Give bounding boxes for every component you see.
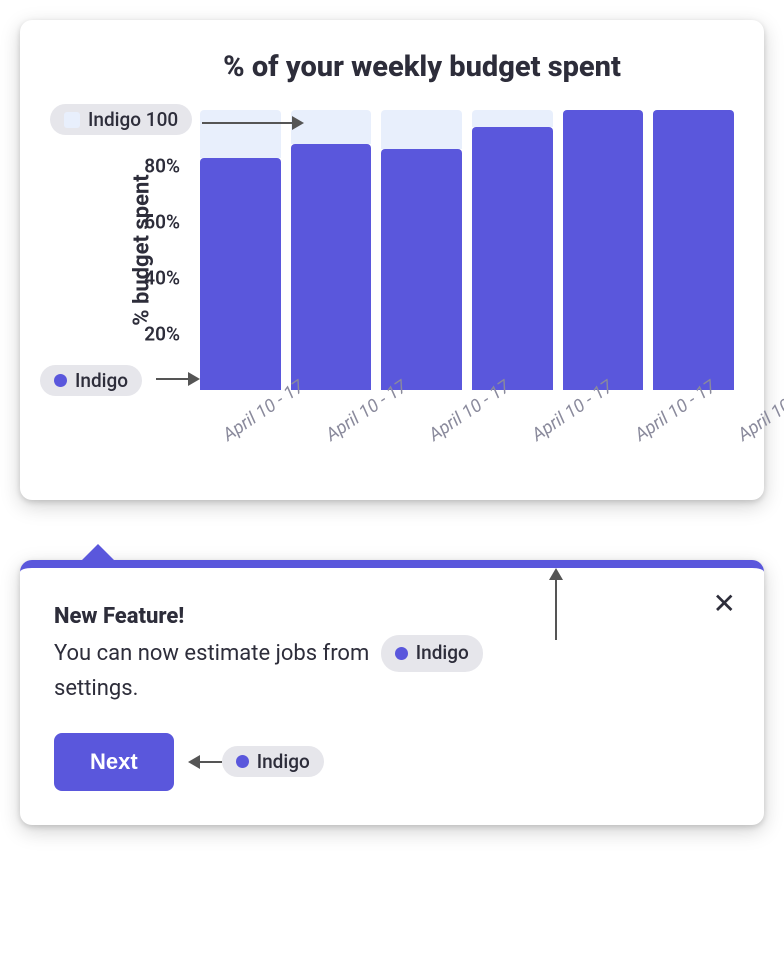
legend-fg-series: Indigo — [40, 365, 142, 396]
bar-background — [472, 110, 553, 127]
arrow-line — [200, 761, 222, 763]
bar-foreground — [653, 110, 734, 390]
y-tick: 20% — [144, 323, 180, 346]
bar-foreground — [381, 149, 462, 390]
tooltip-body-line: settings. — [54, 676, 138, 701]
legend-label: Indigo — [416, 639, 469, 668]
arrow-line — [156, 378, 190, 380]
bar-column — [381, 110, 462, 390]
bar-background — [200, 110, 281, 158]
legend-bg-series: Indigo 100 — [50, 104, 192, 135]
bar-background — [381, 110, 462, 149]
chart-title: % of your weekly budget spent — [50, 50, 734, 84]
arrow-head-icon — [549, 568, 563, 580]
bar-column — [472, 110, 553, 390]
bar-column — [200, 110, 281, 390]
arrow-line — [555, 580, 557, 640]
y-axis-ticks: 80% 60% 40% 20% — [132, 110, 192, 390]
feature-tooltip-card: ✕ New Feature! You can now estimate jobs… — [20, 560, 764, 825]
bar-foreground — [563, 110, 644, 390]
arrow-head-icon — [188, 372, 200, 386]
swatch-icon — [64, 112, 80, 128]
bar-column — [291, 110, 372, 390]
next-button[interactable]: Next — [54, 733, 174, 791]
bar-foreground — [291, 144, 372, 390]
bar-column — [653, 110, 734, 390]
legend-label: Indigo — [257, 750, 310, 773]
legend-label: Indigo 100 — [88, 108, 178, 131]
y-tick: 40% — [144, 267, 180, 290]
inline-color-pill: Indigo — [381, 635, 483, 672]
tooltip-body: You can now estimate jobs from Indigo se… — [54, 635, 730, 705]
inline-color-pill: Indigo — [222, 746, 324, 777]
chart-plot-area: % budget spent 80% 60% 40% 20% Indigo 10… — [140, 110, 734, 390]
dot-icon — [54, 374, 67, 387]
tooltip-body-line: You can now estimate jobs from — [54, 641, 369, 666]
arrow-line — [202, 122, 294, 124]
dot-icon — [395, 647, 408, 660]
dot-icon — [236, 755, 249, 768]
x-axis-labels: April 10 - 17April 10 - 17April 10 - 17A… — [200, 400, 734, 480]
bar-column — [563, 110, 644, 390]
y-tick: 60% — [144, 211, 180, 234]
arrow-head-icon — [188, 755, 200, 769]
chart-card: % of your weekly budget spent % budget s… — [20, 20, 764, 500]
arrow-head-icon — [292, 116, 304, 130]
bar-plot — [200, 110, 734, 390]
legend-label: Indigo — [75, 369, 128, 392]
y-tick: 80% — [144, 155, 180, 178]
tooltip-tail-icon — [82, 544, 114, 560]
close-icon[interactable]: ✕ — [713, 590, 736, 618]
tooltip-heading: New Feature! — [54, 604, 730, 629]
